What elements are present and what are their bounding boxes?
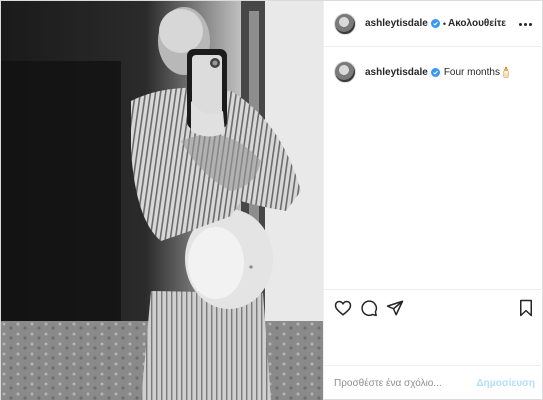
- bookmark-icon[interactable]: [517, 299, 535, 317]
- instagram-post: ashleytisdale • Ακολουθείτε ashleytisdal…: [0, 0, 543, 400]
- post-actions: [324, 289, 543, 327]
- verified-badge-icon: [430, 67, 440, 77]
- mirror-selfie-image: [1, 1, 323, 400]
- header-username[interactable]: ashleytisdale: [365, 18, 428, 29]
- post-header: ashleytisdale • Ακολουθείτε: [324, 1, 543, 47]
- paper-plane-icon[interactable]: [386, 299, 404, 317]
- following-button[interactable]: Ακολουθείτε: [448, 18, 506, 29]
- baby-bottle-icon: [503, 66, 509, 78]
- comment-bar: Δημοσίευση: [324, 365, 543, 400]
- verified-badge-icon: [430, 19, 440, 28]
- avatar[interactable]: [334, 12, 356, 35]
- post-caption: ashleytisdale Four months: [334, 61, 539, 83]
- comment-input[interactable]: [334, 378, 477, 389]
- post-details-panel: ashleytisdale • Ακολουθείτε ashleytisdal…: [323, 1, 543, 400]
- heart-icon[interactable]: [334, 299, 352, 317]
- caption-avatar[interactable]: [334, 61, 356, 83]
- post-photo[interactable]: [1, 1, 323, 400]
- comment-icon[interactable]: [360, 299, 378, 317]
- separator-dot: •: [442, 18, 446, 29]
- caption-text: Four months: [443, 66, 500, 78]
- caption-username[interactable]: ashleytisdale: [365, 67, 428, 78]
- post-comment-button[interactable]: Δημοσίευση: [476, 378, 535, 389]
- more-options-icon[interactable]: [519, 18, 533, 30]
